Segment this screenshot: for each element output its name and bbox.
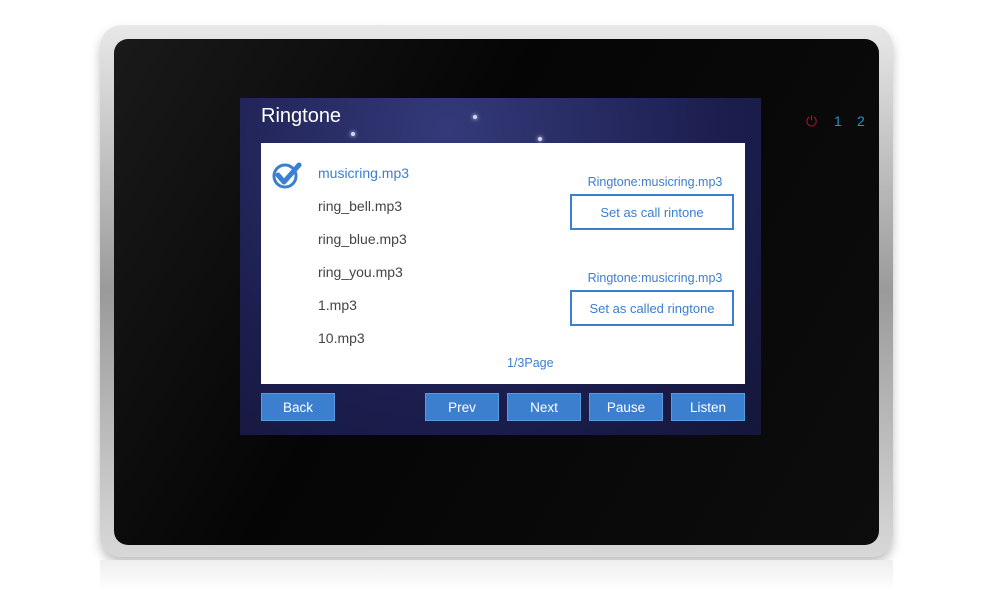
file-item[interactable]: musicring.mp3 xyxy=(318,165,409,181)
listen-button[interactable]: Listen xyxy=(671,393,745,421)
line-1-indicator: 1 xyxy=(834,113,842,129)
device-reflection xyxy=(100,560,893,591)
prev-button[interactable]: Prev xyxy=(425,393,499,421)
set-called-ringtone-button[interactable]: Set as called ringtone xyxy=(570,290,734,326)
file-item[interactable]: 10.mp3 xyxy=(318,330,365,346)
pause-button[interactable]: Pause xyxy=(589,393,663,421)
power-icon: ⏻ xyxy=(806,113,818,129)
file-item[interactable]: ring_bell.mp3 xyxy=(318,198,402,214)
called-ringtone-label: Ringtone:musicring.mp3 xyxy=(587,271,723,285)
page-indicator: 1/3Page xyxy=(507,356,554,370)
file-item[interactable]: 1.mp3 xyxy=(318,297,357,313)
next-button[interactable]: Next xyxy=(507,393,581,421)
checkmark-icon xyxy=(272,162,302,189)
ringtone-panel: musicring.mp3 ring_bell.mp3 ring_blue.mp… xyxy=(261,143,745,384)
file-item[interactable]: ring_blue.mp3 xyxy=(318,231,407,247)
line-2-indicator: 2 xyxy=(857,113,865,129)
star-decoration xyxy=(538,137,542,141)
file-item[interactable]: ring_you.mp3 xyxy=(318,264,403,280)
back-button[interactable]: Back xyxy=(261,393,335,421)
page-title: Ringtone xyxy=(261,105,342,127)
star-decoration xyxy=(473,115,477,119)
call-ringtone-label: Ringtone:musicring.mp3 xyxy=(587,175,723,189)
set-call-ringtone-button[interactable]: Set as call rintone xyxy=(570,194,734,230)
star-decoration xyxy=(351,132,355,136)
ringtone-screen: Ringtone musicring.mp3 ring_bell.mp3 rin… xyxy=(240,98,761,435)
